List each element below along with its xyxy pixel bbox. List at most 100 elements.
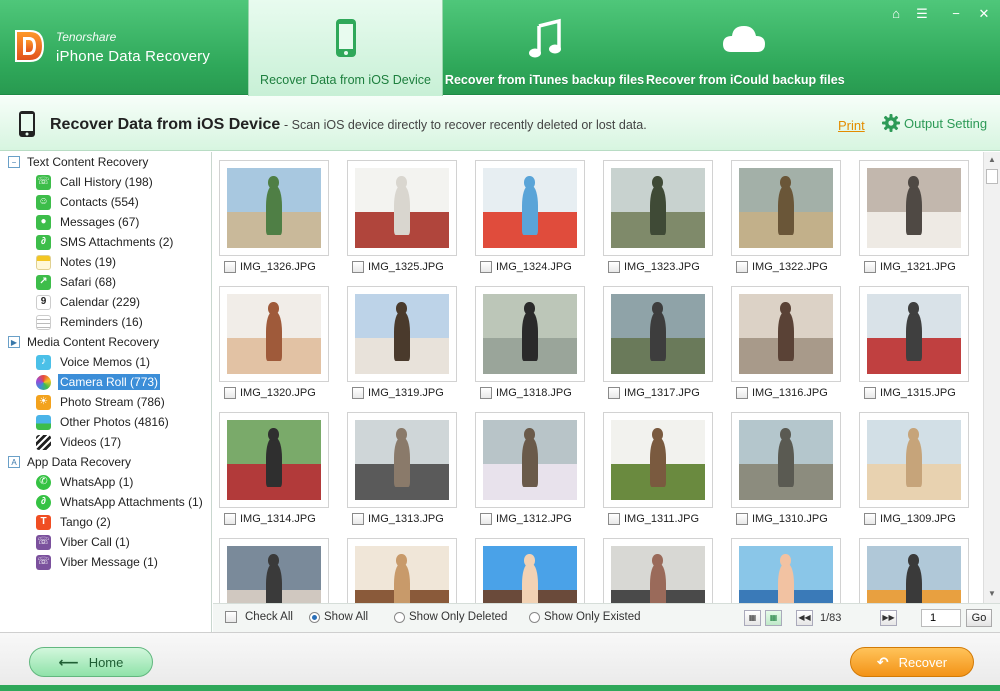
photo-item[interactable]: IMG_1323.JPG — [603, 160, 713, 273]
photo-checkbox[interactable] — [608, 387, 620, 399]
photo-thumbnail[interactable] — [347, 286, 457, 382]
photo-thumbnail[interactable] — [219, 160, 329, 256]
photo-caption[interactable]: IMG_1320.JPG — [224, 387, 316, 399]
photo-thumbnail[interactable] — [859, 538, 969, 603]
photo-item[interactable]: IMG_1325.JPG — [347, 160, 457, 273]
output-setting-button[interactable]: Output Setting — [882, 114, 987, 132]
photo-caption[interactable]: IMG_1317.JPG — [608, 387, 700, 399]
photo-caption[interactable]: IMG_1323.JPG — [608, 261, 700, 273]
photo-thumbnail[interactable] — [475, 538, 585, 603]
tree-item-whatsapp[interactable]: ✆ WhatsApp (1) — [36, 473, 135, 491]
tree-item-other-photos[interactable]: Other Photos (4816) — [36, 413, 171, 431]
photo-item[interactable] — [859, 538, 969, 603]
tab-recover-ios-device[interactable]: Recover Data from iOS Device — [248, 0, 443, 96]
photo-item[interactable]: IMG_1313.JPG — [347, 412, 457, 525]
tree-item-reminders[interactable]: Reminders (16) — [36, 313, 145, 331]
photo-thumbnail[interactable] — [603, 412, 713, 508]
photo-item[interactable]: IMG_1311.JPG — [603, 412, 713, 525]
photo-caption[interactable]: IMG_1325.JPG — [352, 261, 444, 273]
photo-thumbnail[interactable] — [731, 160, 841, 256]
photo-checkbox[interactable] — [224, 387, 236, 399]
photo-checkbox[interactable] — [224, 261, 236, 273]
photo-checkbox[interactable] — [608, 513, 620, 525]
photo-item[interactable] — [347, 538, 457, 603]
tree-item-voice-memos[interactable]: ♪ Voice Memos (1) — [36, 353, 152, 371]
photo-caption[interactable]: IMG_1315.JPG — [864, 387, 956, 399]
tree-item-viber-message[interactable]: ☏ Viber Message (1) — [36, 553, 160, 571]
tree-item-messages[interactable]: ● Messages (67) — [36, 213, 141, 231]
tree-item-whatsapp-attachments[interactable]: ∂ WhatsApp Attachments (1) — [36, 493, 205, 511]
tree-item-calendar[interactable]: 9 Calendar (229) — [36, 293, 142, 311]
photo-item[interactable]: IMG_1321.JPG — [859, 160, 969, 273]
tree-item-contacts[interactable]: ☺ Contacts (554) — [36, 193, 141, 211]
photo-thumbnail[interactable] — [859, 286, 969, 382]
photo-thumbnail[interactable] — [859, 160, 969, 256]
tree-item-photo-stream[interactable]: ☀ Photo Stream (786) — [36, 393, 167, 411]
photo-caption[interactable]: IMG_1319.JPG — [352, 387, 444, 399]
tree-item-videos[interactable]: Videos (17) — [36, 433, 123, 451]
photo-thumbnail[interactable] — [347, 412, 457, 508]
photo-thumbnail[interactable] — [475, 412, 585, 508]
photo-item[interactable]: IMG_1322.JPG — [731, 160, 841, 273]
photo-item[interactable]: IMG_1317.JPG — [603, 286, 713, 399]
photo-checkbox[interactable] — [864, 513, 876, 525]
photo-checkbox[interactable] — [352, 513, 364, 525]
photo-item[interactable]: IMG_1315.JPG — [859, 286, 969, 399]
scroll-up-icon[interactable]: ▲ — [984, 152, 1000, 168]
photo-checkbox[interactable] — [352, 387, 364, 399]
photo-item[interactable]: IMG_1320.JPG — [219, 286, 329, 399]
category-app-data[interactable]: A App Data Recovery — [8, 453, 131, 471]
collapse-toggle-icon[interactable]: − — [8, 156, 20, 168]
show-all-radio[interactable]: Show All — [309, 611, 368, 623]
previous-page-icon[interactable]: ◀◀ — [796, 610, 813, 626]
photo-caption[interactable]: IMG_1322.JPG — [736, 261, 828, 273]
photo-item[interactable]: IMG_1319.JPG — [347, 286, 457, 399]
print-link[interactable]: Print — [838, 118, 865, 133]
photo-thumbnail[interactable] — [603, 286, 713, 382]
photo-thumbnail[interactable] — [731, 538, 841, 603]
photo-thumbnail[interactable] — [475, 160, 585, 256]
app-category-icon[interactable]: A — [8, 456, 20, 468]
photo-thumbnail[interactable] — [603, 160, 713, 256]
photo-thumbnail[interactable] — [347, 538, 457, 603]
photo-checkbox[interactable] — [736, 261, 748, 273]
tree-item-call-history[interactable]: ☏ Call History (198) — [36, 173, 155, 191]
tree-item-notes[interactable]: Notes (19) — [36, 253, 118, 271]
close-icon[interactable]: ✕ — [976, 6, 992, 22]
check-all-checkbox[interactable]: Check All — [225, 611, 293, 623]
menu-icon[interactable]: ☰ — [914, 6, 930, 22]
photo-item[interactable] — [731, 538, 841, 603]
page-number-input[interactable] — [921, 609, 961, 627]
tree-item-safari[interactable]: ↗ Safari (68) — [36, 273, 118, 291]
minimize-icon[interactable]: − — [948, 6, 964, 22]
photo-thumbnail[interactable] — [219, 286, 329, 382]
photo-checkbox[interactable] — [864, 261, 876, 273]
recover-button[interactable]: ↶ Recover — [850, 647, 974, 677]
photo-checkbox[interactable] — [736, 387, 748, 399]
photo-item[interactable]: IMG_1324.JPG — [475, 160, 585, 273]
tree-item-sms-attachments[interactable]: ∂ SMS Attachments (2) — [36, 233, 175, 251]
photo-checkbox[interactable] — [608, 261, 620, 273]
photo-item[interactable]: IMG_1316.JPG — [731, 286, 841, 399]
photo-caption[interactable]: IMG_1316.JPG — [736, 387, 828, 399]
photo-item[interactable]: IMG_1310.JPG — [731, 412, 841, 525]
scrollbar-thumb[interactable] — [986, 169, 998, 184]
photo-item[interactable]: IMG_1318.JPG — [475, 286, 585, 399]
photo-thumbnail[interactable] — [475, 286, 585, 382]
tree-item-camera-roll[interactable]: Camera Roll (773) — [36, 373, 161, 391]
grid-view-icon[interactable]: ▦ — [744, 610, 761, 626]
photo-caption[interactable]: IMG_1310.JPG — [736, 513, 828, 525]
photo-item[interactable] — [219, 538, 329, 603]
expand-toggle-icon[interactable]: ▶ — [8, 336, 20, 348]
tree-item-viber-call[interactable]: ☏ Viber Call (1) — [36, 533, 132, 551]
thumbnail-view-icon[interactable]: ▦ — [765, 610, 782, 626]
photo-thumbnail[interactable] — [859, 412, 969, 508]
photo-caption[interactable]: IMG_1314.JPG — [224, 513, 316, 525]
category-media-content[interactable]: ▶ Media Content Recovery — [8, 333, 159, 351]
photo-caption[interactable]: IMG_1309.JPG — [864, 513, 956, 525]
photo-checkbox[interactable] — [736, 513, 748, 525]
photo-thumbnail[interactable] — [731, 412, 841, 508]
photo-thumbnail[interactable] — [603, 538, 713, 603]
photo-caption[interactable]: IMG_1324.JPG — [480, 261, 572, 273]
tab-recover-itunes-backup[interactable]: Recover from iTunes backup files — [443, 0, 646, 95]
